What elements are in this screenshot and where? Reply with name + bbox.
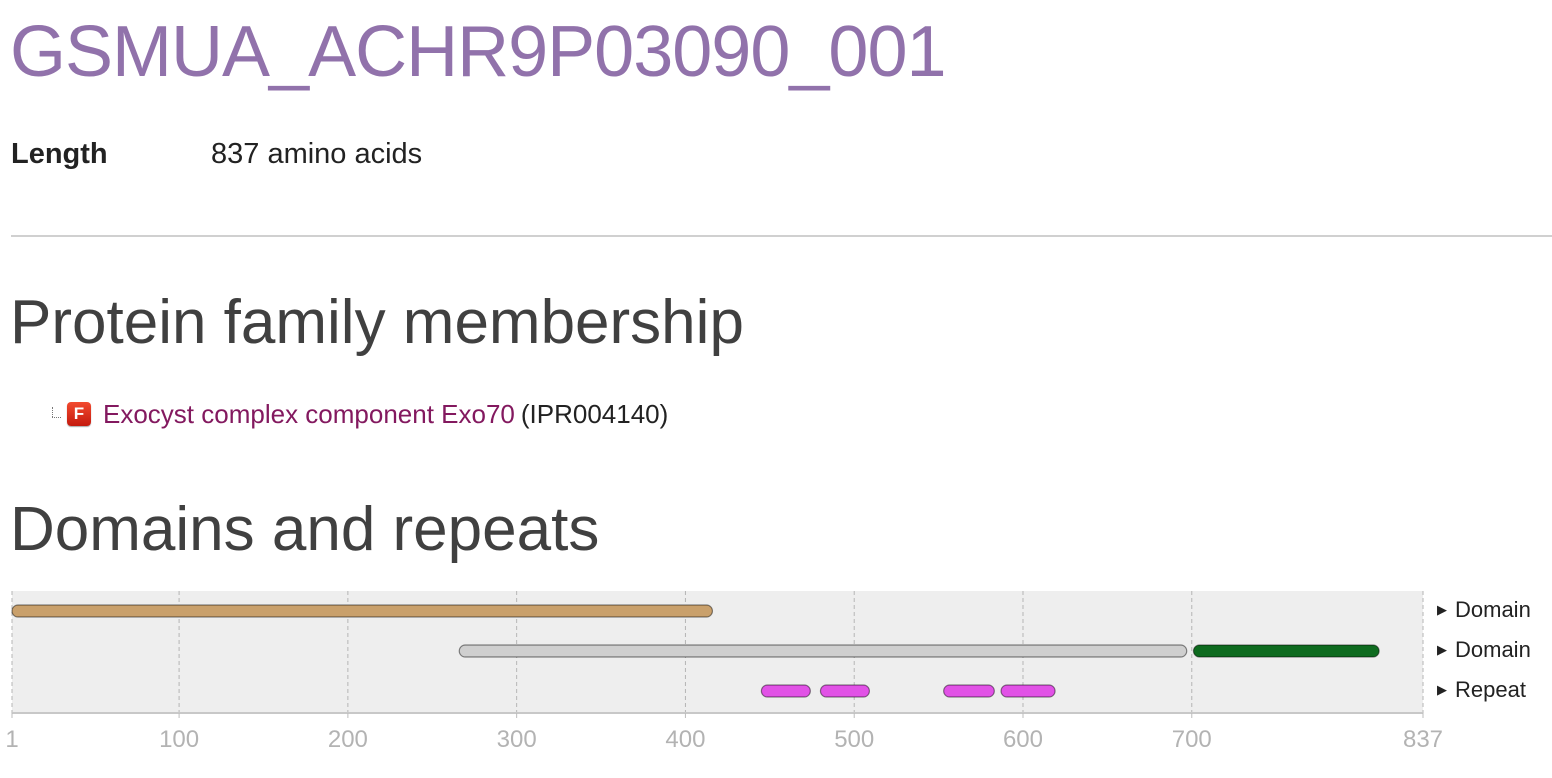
family-entry: F Exocyst complex component Exo70 (IPR00… — [50, 398, 668, 430]
axis-tick-label: 700 — [1172, 726, 1212, 753]
track-label-domain-2[interactable]: ▶ Domain — [1437, 637, 1531, 663]
length-label: Length — [11, 138, 108, 170]
axis-tick-label: 200 — [328, 726, 368, 753]
track-label-domain-1[interactable]: ▶ Domain — [1437, 597, 1531, 623]
protein-title: GSMUA_ACHR9P03090_001 — [10, 12, 947, 92]
axis-tick-label: 600 — [1003, 726, 1043, 753]
feature-bar — [943, 684, 995, 698]
axis-tick-label: 1 — [5, 726, 18, 753]
length-value: 837 amino acids — [211, 138, 423, 170]
track-label-repeat[interactable]: ▶ Repeat — [1437, 677, 1526, 703]
family-badge-icon: F — [67, 402, 91, 426]
expand-triangle-icon: ▶ — [1437, 602, 1447, 617]
section-divider — [11, 235, 1552, 237]
feature-bar — [760, 684, 811, 698]
domains-heading: Domains and repeats — [10, 495, 600, 564]
feature-bar — [458, 644, 1188, 658]
family-accession: (IPR004140) — [520, 398, 669, 429]
feature-bar — [11, 604, 714, 618]
family-link[interactable]: Exocyst complex component Exo70 — [103, 399, 515, 430]
feature-bar — [1192, 644, 1380, 658]
axis-tick-label: 100 — [159, 726, 199, 753]
track-label-text: Repeat — [1455, 677, 1526, 702]
family-heading: Protein family membership — [10, 288, 744, 357]
feature-bar — [1000, 684, 1056, 698]
feature-bar — [819, 684, 871, 698]
expand-triangle-icon: ▶ — [1437, 642, 1447, 657]
axis-tick-label: 300 — [497, 726, 537, 753]
domain-track-chart: 1 100 200 300 400 500 600 700 837 — [5, 591, 1443, 753]
tree-connector-icon — [50, 407, 64, 421]
axis-tick-label: 837 — [1403, 726, 1443, 753]
track-label-text: Domain — [1455, 597, 1531, 622]
axis-tick-label: 400 — [665, 726, 705, 753]
track-label-text: Domain — [1455, 637, 1531, 662]
axis-tick-label: 500 — [834, 726, 874, 753]
expand-triangle-icon: ▶ — [1437, 682, 1447, 697]
